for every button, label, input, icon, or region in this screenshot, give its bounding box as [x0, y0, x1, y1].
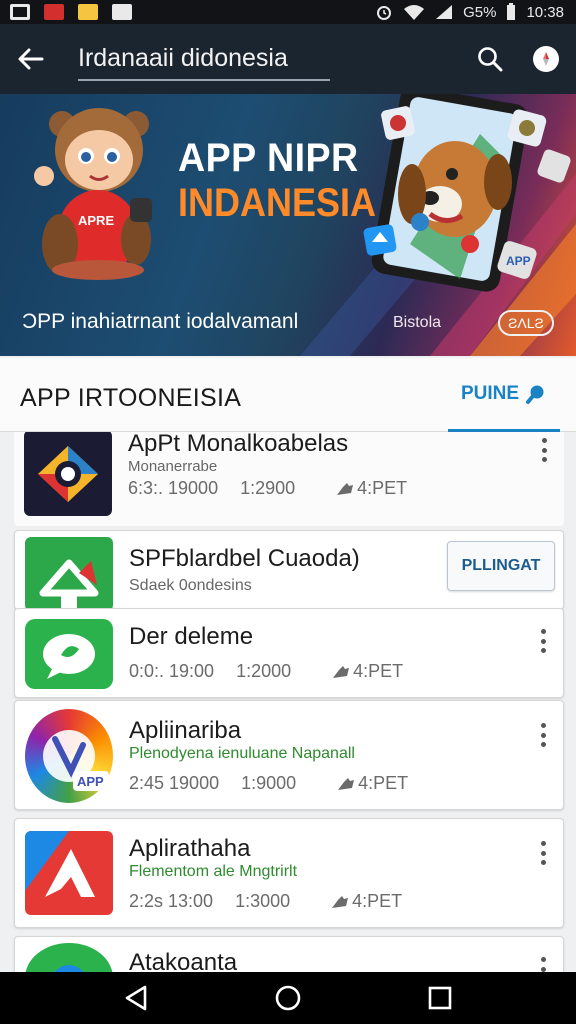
more-options-button[interactable]: [537, 629, 549, 653]
app-downloads: 0:0:. 19:00: [129, 661, 215, 681]
app-rating: 4:PET: [330, 891, 402, 912]
section-title: APP IRTOONEISIA: [20, 384, 242, 412]
app-size: 1:9000: [241, 773, 297, 793]
app-bar: Irdanaaii didonesia: [0, 24, 576, 94]
nav-recents-button[interactable]: [420, 978, 460, 1018]
app-meta: 0:0:. 19:00 1:2000 4:PET: [129, 661, 403, 682]
banner-subtitle: ƆPP inahiatrnant iodalvamanl: [22, 310, 299, 333]
battery-percent: G5%: [463, 3, 497, 21]
app-downloads: 2:45 19000: [129, 773, 220, 793]
app-name: Atakoanta: [129, 949, 238, 972]
more-vert-icon: [541, 438, 547, 443]
compass-icon: [533, 46, 559, 72]
app-rating: 4:PET: [335, 478, 407, 499]
folder-notification-icon: [78, 4, 98, 20]
search-input[interactable]: Irdanaaii didonesia: [78, 37, 330, 81]
list-item[interactable]: Atakoanta: [14, 936, 564, 972]
more-vert-icon: [540, 629, 546, 634]
app-size: 1:3000: [235, 891, 291, 911]
banner-title-line2: INDANESIA: [178, 181, 377, 225]
tab-puine[interactable]: PUINE: [448, 358, 560, 432]
app-icon: [24, 432, 112, 516]
app-description: Monanerrabe: [128, 458, 218, 475]
status-bar: G5% 10:38: [0, 0, 576, 24]
app-name: Apliinariba: [129, 717, 242, 744]
thumb-icon: [333, 665, 350, 678]
promo-banner[interactable]: APRE APP APP NIPR INDANESIA ƆPP inahiatr…: [0, 94, 576, 356]
app-name: SPFblardbel Cuaoda): [129, 545, 360, 572]
app-name: Der deleme: [129, 623, 254, 650]
install-button[interactable]: PLLINGAT: [447, 541, 555, 591]
home-nav-icon: [275, 985, 301, 1011]
list-item[interactable]: Aplirathaha Flementom ale Mngtrirlt 2:2s…: [14, 818, 564, 928]
wifi-icon: [404, 5, 425, 20]
app-rating: 4:PET: [331, 661, 403, 682]
more-options-button[interactable]: [537, 723, 549, 747]
search-icon: [478, 47, 503, 72]
more-vert-icon: [540, 957, 546, 962]
app-description: Flementom ale Mngtrirlt: [129, 863, 298, 880]
app-description: Sdaek 0ondesins: [129, 577, 252, 594]
tab-label: PUINE: [460, 382, 520, 404]
back-nav-icon: [125, 985, 147, 1011]
account-button[interactable]: [532, 45, 560, 73]
app-size: 1:2000: [236, 661, 292, 681]
thumb-icon: [332, 895, 349, 908]
app-meta: 2:2s 13:00 1:3000 4:PET: [129, 891, 402, 912]
flag-notification-icon: [112, 4, 132, 20]
list-item[interactable]: Der deleme 0:0:. 19:00 1:2000 4:PET: [14, 608, 564, 698]
back-button[interactable]: [16, 44, 46, 74]
more-options-button[interactable]: [537, 957, 549, 972]
list-item[interactable]: APP Apliinariba Plenodyena ienuluane Nap…: [14, 700, 564, 810]
banner-pill-button[interactable]: ƧΛLƧ: [498, 310, 554, 336]
banner-tag: Bistola: [393, 314, 442, 331]
app-list: ApPt Monalkoabelas Monanerrabe 6:3:. 190…: [0, 432, 576, 972]
alarm-icon: [377, 6, 392, 20]
banner-title-line1: APP NIPR: [178, 136, 359, 180]
list-item[interactable]: SPFblardbel Cuaoda) Sdaek 0ondesins PLLI…: [14, 530, 564, 611]
thumb-icon: [337, 482, 354, 495]
svg-text:APRE: APRE: [78, 213, 114, 228]
system-icons: G5% 10:38: [375, 3, 564, 21]
clock: 10:38: [526, 3, 564, 21]
banner-title: APP NIPR INDANESIA: [178, 138, 398, 223]
app-size: 1:2900: [240, 478, 296, 498]
more-vert-icon: [540, 723, 546, 728]
mascot-illustration: APRE: [34, 108, 152, 280]
app-icon: APP: [25, 709, 113, 803]
more-vert-icon: [540, 841, 546, 846]
app-icon: [25, 619, 113, 689]
back-arrow-icon: [18, 48, 44, 70]
gallery-notification-icon: [10, 4, 30, 20]
recents-nav-icon: [428, 986, 452, 1010]
app-icon: [25, 831, 113, 915]
battery-icon: [507, 3, 516, 20]
system-nav-bar: [0, 972, 576, 1024]
app-meta: 2:45 19000 1:9000 4:PET: [129, 773, 408, 794]
app-icon: [25, 537, 113, 611]
nav-home-button[interactable]: [268, 978, 308, 1018]
app-downloads: 2:2s 13:00: [129, 891, 214, 911]
list-item[interactable]: ApPt Monalkoabelas Monanerrabe 6:3:. 190…: [14, 432, 564, 526]
more-options-button[interactable]: [538, 438, 550, 462]
svg-text:APP: APP: [506, 254, 531, 268]
app-bar-actions: [476, 45, 560, 73]
app-name: Aplirathaha: [129, 835, 251, 862]
section-header: APP IRTOONEISIA PUINE: [0, 358, 576, 432]
app-downloads: 6:3:. 19000: [128, 478, 219, 498]
more-options-button[interactable]: [537, 841, 549, 865]
app-icon: [25, 943, 113, 972]
search-icon: [526, 385, 544, 404]
notification-icons: [10, 4, 132, 20]
thumb-icon: [338, 777, 355, 790]
app-description: Plenodyena ienuluane Napanall: [129, 745, 355, 762]
app-notification-icon: [44, 4, 64, 20]
signal-icon: [436, 5, 453, 19]
app-name: ApPt Monalkoabelas: [128, 432, 349, 457]
app-rating: 4:PET: [336, 773, 408, 794]
svg-text:APP: APP: [77, 774, 104, 789]
nav-back-button[interactable]: [116, 978, 156, 1018]
search-button[interactable]: [476, 45, 504, 73]
app-meta: 6:3:. 19000 1:2900 4:PET: [128, 478, 407, 499]
